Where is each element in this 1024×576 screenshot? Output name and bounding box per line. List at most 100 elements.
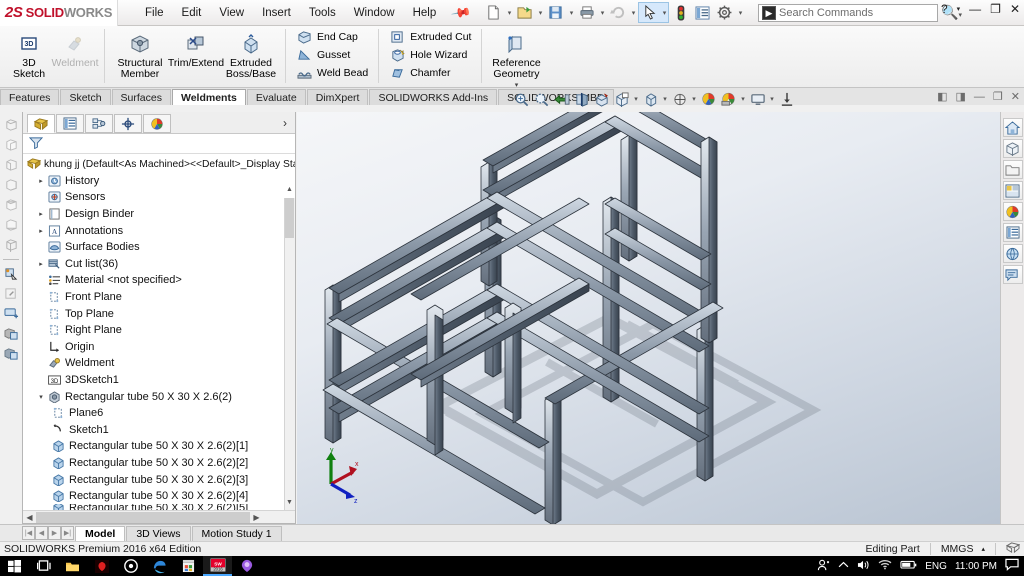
weld-bead-button[interactable]: Weld Bead <box>292 64 372 82</box>
configuration-manager-tab[interactable] <box>85 114 113 133</box>
tree-item-material[interactable]: Material <not specified> <box>23 272 295 289</box>
property-manager-tab[interactable] <box>56 114 84 133</box>
display-style-icon[interactable] <box>612 90 631 109</box>
display-style-caret[interactable]: ▾ <box>632 95 640 103</box>
shaded-icon[interactable] <box>2 345 20 363</box>
menu-insert[interactable]: Insert <box>253 4 300 22</box>
extruded-cut-button[interactable]: Extruded Cut <box>385 28 475 46</box>
section-view-icon[interactable] <box>572 90 591 109</box>
tree-scroll-right-arrow[interactable]: ▶ <box>250 513 263 522</box>
language-indicator[interactable]: ENG <box>925 561 947 572</box>
restore-button[interactable]: ❐ <box>990 2 1001 16</box>
tree-item-sensors[interactable]: Sensors <box>23 189 295 206</box>
right-view-icon[interactable] <box>2 176 20 194</box>
solidworks-forum-icon[interactable] <box>1002 244 1023 263</box>
open-document-icon[interactable] <box>514 2 535 23</box>
weldment-button[interactable]: Weldment <box>51 29 99 69</box>
tab-features[interactable]: Features <box>0 89 60 105</box>
close-document-button[interactable]: ✕ <box>1011 90 1020 103</box>
reference-geometry-button[interactable]: Reference Geometry ▾ <box>488 29 544 89</box>
menu-window[interactable]: Window <box>345 4 404 22</box>
solidworks-resources-icon[interactable] <box>1002 118 1023 137</box>
wifi-icon[interactable] <box>878 559 892 573</box>
solidworks-taskbar-icon[interactable]: SW 2016 <box>203 556 232 576</box>
wireframe-edit-icon[interactable] <box>2 285 20 303</box>
tree-item-top-plane[interactable]: Top Plane <box>23 305 295 322</box>
rebuild-icon[interactable] <box>670 2 691 23</box>
isometric-view-icon[interactable] <box>2 236 20 254</box>
tree-item-plane6[interactable]: Plane6 <box>23 405 295 422</box>
clock-time[interactable]: 11:00 PM <box>955 561 997 572</box>
start-button-icon[interactable] <box>0 556 29 576</box>
edit-appearance-icon[interactable] <box>670 90 689 109</box>
menu-file[interactable]: File <box>136 4 173 22</box>
normal-to-icon[interactable] <box>2 265 20 283</box>
tab-nav-last[interactable]: ▶| <box>61 526 74 540</box>
select-cursor-group[interactable]: ▾ <box>638 2 670 23</box>
view-settings-icon[interactable] <box>719 90 738 109</box>
new-document-icon[interactable] <box>483 2 504 23</box>
appearances-scenes-icon[interactable] <box>1002 202 1023 221</box>
hidden-lines-icon[interactable] <box>2 325 20 343</box>
tree-item-body-4[interactable]: Rectangular tube 50 X 30 X 2.6(2)[4] <box>23 488 295 505</box>
tab-nav-prev[interactable]: ◀ <box>35 526 48 540</box>
menu-help[interactable]: Help <box>404 4 446 22</box>
tree-item-right-plane[interactable]: Right Plane <box>23 322 295 339</box>
feature-tree[interactable]: khung jj (Default<As Machined><<Default>… <box>23 154 295 510</box>
tree-item-history[interactable]: ▸ History <box>23 173 295 190</box>
edit-appearance-caret[interactable]: ▾ <box>690 95 698 103</box>
tree-expander[interactable]: ▸ <box>35 210 47 218</box>
tree-vertical-scrollbar[interactable] <box>284 198 295 510</box>
tree-item-root[interactable]: khung jj (Default<As Machined><<Default>… <box>23 156 295 173</box>
view-settings-caret[interactable]: ▾ <box>739 95 747 103</box>
filter-icon[interactable] <box>28 136 44 152</box>
tree-item-cut-list[interactable]: ▸ Cut list(36) <box>23 256 295 273</box>
bottom-tab-model[interactable]: Model <box>75 525 126 541</box>
volume-icon[interactable] <box>857 559 870 574</box>
restore-document-button[interactable]: ❐ <box>993 90 1003 103</box>
front-view-icon[interactable] <box>2 116 20 134</box>
overlay-icon[interactable] <box>1005 541 1021 557</box>
end-cap-button[interactable]: End Cap <box>292 28 362 46</box>
help-caret[interactable]: ▾ <box>957 5 961 13</box>
expand-panel-chevron-icon[interactable]: › <box>283 116 287 130</box>
tree-item-body-2[interactable]: Rectangular tube 50 X 30 X 2.6(2)[2] <box>23 455 295 472</box>
tree-item-sketch1[interactable]: Sketch1 <box>23 422 295 439</box>
tree-scroll-left-arrow[interactable]: ◀ <box>23 513 36 522</box>
file-explorer-taskbar-icon[interactable] <box>58 556 87 576</box>
display-manager-tab[interactable] <box>143 114 171 133</box>
tree-expander[interactable]: ▸ <box>35 260 47 268</box>
tree-item-origin[interactable]: Origin <box>23 339 295 356</box>
search-scope-icon[interactable]: ▶ <box>762 6 776 20</box>
zoom-to-area-icon[interactable] <box>532 90 551 109</box>
tab-evaluate[interactable]: Evaluate <box>246 89 306 105</box>
battery-icon[interactable] <box>900 560 917 573</box>
hide-show-caret[interactable]: ▾ <box>661 95 669 103</box>
tree-expander[interactable]: ▾ <box>35 393 47 401</box>
tab-surfaces[interactable]: Surfaces <box>111 89 171 105</box>
zoom-to-fit-icon[interactable] <box>512 90 531 109</box>
structural-member-button[interactable]: Structural Member <box>111 29 169 80</box>
options-list-icon[interactable] <box>692 2 713 23</box>
microsoft-store-icon[interactable] <box>174 556 203 576</box>
menu-tools[interactable]: Tools <box>300 4 345 22</box>
tab-weldments[interactable]: Weldments <box>171 89 246 105</box>
open-document-caret[interactable]: ▾ <box>536 9 544 17</box>
tree-item-annotations[interactable]: ▸ A Annotations <box>23 222 295 239</box>
tree-item-surface-bodies[interactable]: Surface Bodies <box>23 239 295 256</box>
minimize-button[interactable]: — <box>969 2 981 16</box>
tab-dimxpert[interactable]: DimXpert <box>306 89 369 105</box>
tree-item-3dsketch1[interactable]: 3D 3DSketch1 <box>23 372 295 389</box>
tree-item-design-binder[interactable]: ▸ Design Binder <box>23 206 295 223</box>
tree-item-weldment[interactable]: Weldment <box>23 355 295 372</box>
tab-solidworks-addins[interactable]: SOLIDWORKS Add-Ins <box>369 89 498 105</box>
trim-extend-button[interactable]: Trim/Extend <box>168 29 224 69</box>
graphics-viewport[interactable]: y x z <box>297 112 1000 524</box>
close-button[interactable]: ✕ <box>1010 2 1020 16</box>
menu-edit[interactable]: Edit <box>173 4 211 22</box>
hole-wizard-button[interactable]: Hole Wizard <box>385 46 471 64</box>
design-library-icon[interactable] <box>1002 139 1023 158</box>
gusset-button[interactable]: Gusset <box>292 46 354 64</box>
viewport-icon[interactable] <box>748 90 767 109</box>
new-document-caret[interactable]: ▾ <box>505 9 513 17</box>
